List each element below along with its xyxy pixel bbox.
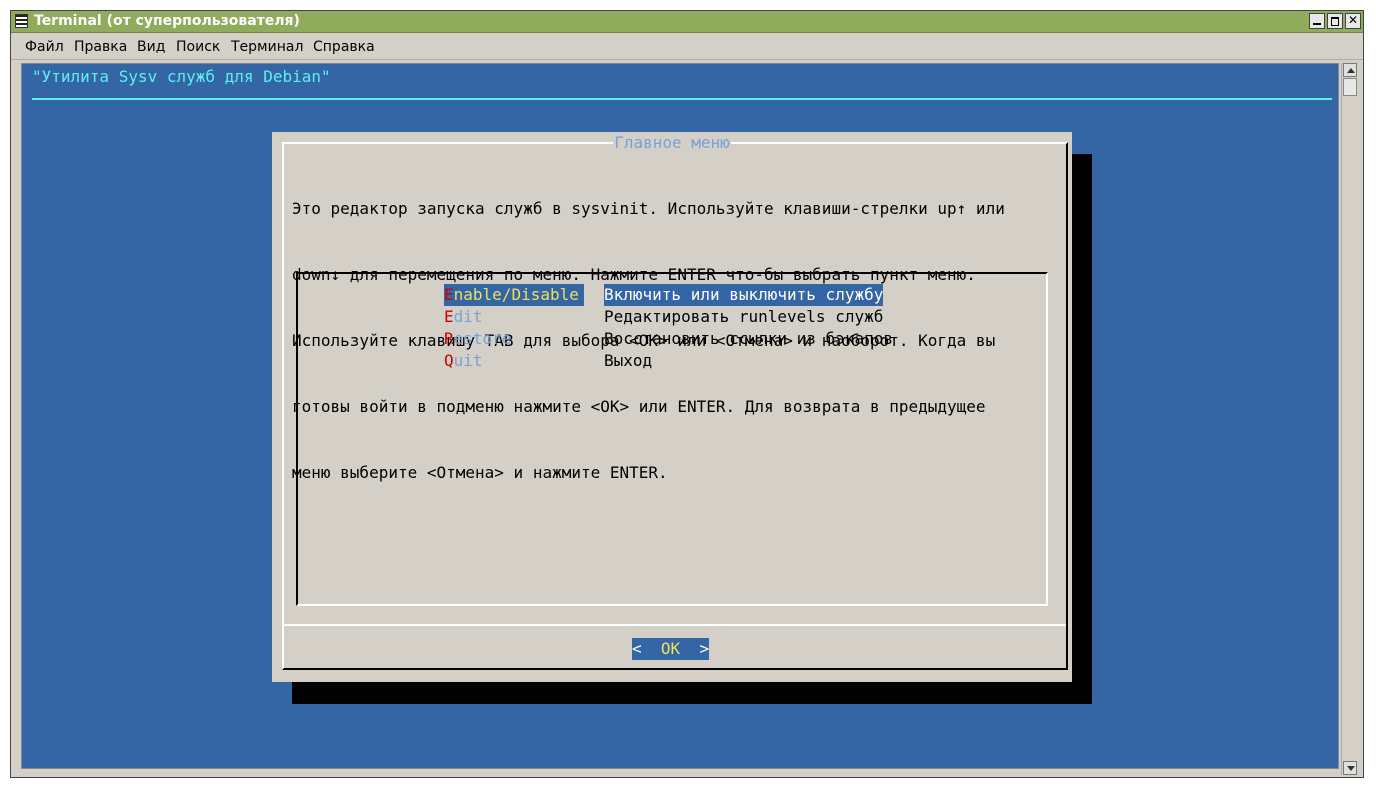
menu-bar: Файл Правка Вид Поиск Терминал Справка xyxy=(11,33,1363,60)
menu-view[interactable]: Вид xyxy=(137,39,165,55)
vertical-scrollbar[interactable] xyxy=(1341,63,1358,775)
menu-help[interactable]: Справка xyxy=(313,39,375,55)
main-menu-dialog: Главное меню Это редактор запуска служб … xyxy=(272,132,1072,682)
menu-item-description: Редактировать runlevels служб xyxy=(604,307,884,326)
button-separator xyxy=(284,624,1066,626)
menu-terminal[interactable]: Терминал xyxy=(231,39,303,55)
menu-list: Enable/Disable Включить или выключить сл… xyxy=(296,272,1048,606)
menu-item-tag: uit xyxy=(453,351,483,370)
hotkey: Q xyxy=(444,351,454,370)
backtitle: "Утилита Sysv служб для Debian" xyxy=(32,67,331,86)
menu-item-edit[interactable]: Edit Редактировать runlevels служб xyxy=(444,306,883,328)
window-menu-icon[interactable] xyxy=(15,14,28,28)
window-title: Terminal (от суперпользователя) xyxy=(34,13,300,29)
menu-item-tag: dit xyxy=(453,307,483,326)
menu-item-description: Выход xyxy=(604,351,653,370)
scroll-down-arrow-icon[interactable] xyxy=(1343,761,1357,775)
backtitle-divider xyxy=(32,98,1332,100)
terminal-area[interactable]: "Утилита Sysv служб для Debian" Главное … xyxy=(21,63,1339,769)
dialog-title: Главное меню xyxy=(613,133,731,152)
hotkey: R xyxy=(444,329,454,348)
scroll-thumb[interactable] xyxy=(1343,78,1357,96)
menu-item-description: Восстановить ссылки из бэкапов xyxy=(604,329,893,348)
maximize-button[interactable] xyxy=(1327,13,1343,29)
menu-item-restore[interactable]: Restore Восстановить ссылки из бэкапов xyxy=(444,328,893,350)
menu-file[interactable]: Файл xyxy=(25,39,64,55)
menu-item-quit[interactable]: Quit Выход xyxy=(444,350,652,372)
minimize-button[interactable] xyxy=(1309,13,1325,29)
ok-button[interactable]: < OK > xyxy=(632,638,710,660)
menu-item-enable-disable[interactable]: Enable/Disable Включить или выключить сл… xyxy=(444,284,884,306)
menu-item-tag: estore xyxy=(453,329,512,348)
menu-item-description: Включить или выключить службу xyxy=(604,284,884,306)
terminal-window: Terminal (от суперпользователя) ✕ Файл П… xyxy=(10,10,1364,778)
title-bar[interactable]: Terminal (от суперпользователя) ✕ xyxy=(11,11,1363,33)
close-button[interactable]: ✕ xyxy=(1345,13,1361,29)
hotkey: E xyxy=(444,307,454,326)
menu-search[interactable]: Поиск xyxy=(176,39,220,55)
hotkey: E xyxy=(444,285,454,304)
scroll-up-arrow-icon[interactable] xyxy=(1343,63,1357,77)
menu-item-tag: nable/Disable xyxy=(453,285,579,304)
menu-edit[interactable]: Правка xyxy=(74,39,127,55)
help-line: Это редактор запуска служб в sysvinit. И… xyxy=(292,199,1005,218)
